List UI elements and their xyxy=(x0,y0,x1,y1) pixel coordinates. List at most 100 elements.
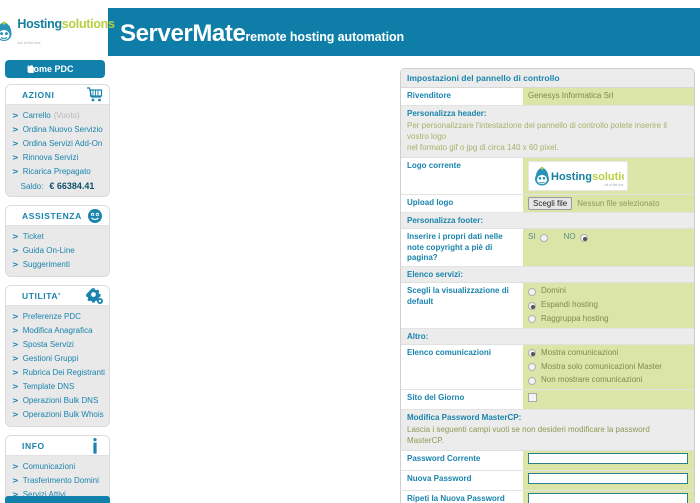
sidebar-item-operazioni-bulk-whois[interactable]: > Operazioni Bulk Whois xyxy=(6,407,109,421)
chevron-right-icon: > xyxy=(12,475,19,485)
sidebar-item-label: Preferenze PDC xyxy=(22,311,81,321)
comms-radio-solo-master[interactable] xyxy=(528,362,536,371)
reseller-row: Rivenditore Genesys Informatica Srl xyxy=(401,88,694,106)
repeat-password-input[interactable] xyxy=(528,492,688,503)
sidebar-item-label: Guida On-Line xyxy=(22,245,75,255)
sidebar-item-modifica-anagrafica[interactable]: > Modifica Anagrafica xyxy=(6,323,109,337)
cart-icon xyxy=(86,86,104,109)
chevron-right-icon: > xyxy=(12,339,19,349)
sidebar-item-rubrica-registranti[interactable]: > Rubrica Dei Registranti xyxy=(6,365,109,379)
chevron-right-icon: > xyxy=(12,311,19,321)
sidebar-item-label: Comunicazioni xyxy=(22,461,76,471)
password-section-note: Modifica Password MasterCP: Lascia i seg… xyxy=(401,409,694,452)
sidebar-item-badge: (Vuoto) xyxy=(53,110,80,120)
sidebar-item-guida-online[interactable]: > Guida On-Line xyxy=(6,243,109,257)
upload-logo-row: Upload logo Scegli file Nessun file sele… xyxy=(401,195,694,214)
sidebar-item-operazioni-bulk-dns[interactable]: > Operazioni Bulk DNS xyxy=(6,393,109,407)
sidebar-item-trasferimento-domini[interactable]: > Trasferimento Domini xyxy=(6,473,109,487)
sidebar-item-label: Gestioni Gruppi xyxy=(22,353,79,363)
sidebar-item-carrello[interactable]: > Carrello (Vuoto) xyxy=(6,108,109,122)
info-icon xyxy=(86,437,104,460)
customize-header-line2: nel formato gif o jpg di circa 140 x 60 … xyxy=(407,142,559,152)
comms-option-mostra[interactable]: Mostra comunicazioni xyxy=(528,348,690,359)
new-password-input[interactable] xyxy=(528,472,688,484)
default-view-row: Scegli la visualizzazione di default Dom… xyxy=(401,283,694,329)
default-view-label: Scegli la visualizzazione di default xyxy=(401,283,523,328)
chevron-right-icon: > xyxy=(12,367,19,377)
sidebar-item-label: Operazioni Bulk Whois xyxy=(22,409,104,419)
site-of-day-cell xyxy=(523,390,694,409)
default-view-option-raggruppa-hosting[interactable]: Raggruppa hosting xyxy=(528,314,690,325)
new-password-cell xyxy=(523,470,694,490)
default-view-radio-raggruppa-hosting[interactable] xyxy=(528,315,536,324)
current-logo-cell: Hosting solutions out of the box xyxy=(523,158,694,195)
new-password-row: Nuova Password xyxy=(401,470,694,491)
sidebar-item-sposta-servizi[interactable]: > Sposta Servizi xyxy=(6,337,109,351)
copyright-si-radio[interactable] xyxy=(539,233,548,242)
sidebar-item-ricarica-prepagato[interactable]: > Ricarica Prepagato xyxy=(6,164,109,178)
comms-option-label: Non mostrare comunicazioni xyxy=(541,375,643,385)
sidebar-item-comunicazioni[interactable]: > Comunicazioni xyxy=(6,459,109,473)
password-section-title: Modifica Password MasterCP: xyxy=(407,412,522,422)
sidebar-item-rinnova-servizi[interactable]: > Rinnova Servizi xyxy=(6,150,109,164)
sidebar-item-gestioni-gruppi[interactable]: > Gestioni Gruppi xyxy=(6,351,109,365)
sidebar: AZIONI > Carrello (Vuoto) > Ordina Nuovo… xyxy=(5,84,110,503)
sidebar-section-utilita: UTILITA' > Preferenze PDC > Modifica Ana… xyxy=(5,285,110,427)
chevron-right-icon: > xyxy=(12,231,19,241)
reseller-value: Genesys Informatica Srl xyxy=(523,88,694,105)
comms-radio-non-mostrare[interactable] xyxy=(528,376,536,385)
balance-value: € 66384.41 xyxy=(49,181,95,191)
copyright-option-si[interactable]: SI xyxy=(528,232,548,243)
communications-options: Mostra comunicazioni Mostra solo comunic… xyxy=(523,344,694,390)
sidebar-section-header: INFO xyxy=(6,436,109,456)
copyright-option-no[interactable]: NO xyxy=(564,232,588,243)
choose-file-button[interactable]: Scegli file xyxy=(528,197,573,211)
other-section-header: Altro: xyxy=(401,328,694,345)
sidebar-item-label: Suggerimenti xyxy=(22,259,70,269)
customize-header-note: Personalizza header: Per personalizzare … xyxy=(401,105,694,159)
sidebar-item-label: Ticket xyxy=(22,231,44,241)
sidebar-item-suggerimenti[interactable]: > Suggerimenti xyxy=(6,257,109,271)
site-of-day-row: Sito del Giorno xyxy=(401,390,694,410)
sidebar-item-ordina-servizi-addon[interactable]: > Ordina Servizi Add-On xyxy=(6,136,109,150)
default-view-radio-domini[interactable] xyxy=(528,287,536,296)
sidebar-item-label: Rubrica Dei Registranti xyxy=(22,367,105,377)
communications-row: Elenco comunicazioni Mostra comunicazion… xyxy=(401,344,694,391)
home-pdc-button[interactable]: Home PDC xyxy=(5,60,105,78)
current-password-input[interactable] xyxy=(528,453,688,465)
sidebar-section-header: AZIONI xyxy=(6,85,109,105)
copyright-label: Inserire i propri dati nelle note copyri… xyxy=(401,229,523,267)
comms-option-non-mostrare[interactable]: Non mostrare comunicazioni xyxy=(528,375,690,386)
password-section-description: Lascia i seguenti campi vuoti se non des… xyxy=(407,424,650,445)
default-view-radio-espandi-hosting[interactable] xyxy=(528,301,536,310)
brand-logo: Hostingsolutions out of the box xyxy=(0,8,115,56)
comms-radio-mostra[interactable] xyxy=(528,349,536,358)
copyright-options: SI NO xyxy=(523,229,694,267)
sidebar-item-preferenze-pdc[interactable]: > Preferenze PDC xyxy=(6,309,109,323)
current-logo-row: Logo corrente Hosting soluti out of the … xyxy=(401,158,694,196)
chevron-right-icon: > xyxy=(12,461,19,471)
logo-tagline: out of the box xyxy=(17,41,41,45)
default-view-option-label: Espandi hosting xyxy=(541,300,598,310)
repeat-password-label: Ripeti la Nuova Password xyxy=(401,490,523,503)
comms-option-solo-master[interactable]: Mostra solo comunicazioni Master xyxy=(528,362,690,373)
app-name: ServerMate xyxy=(120,20,246,47)
communications-label: Elenco comunicazioni xyxy=(401,344,523,390)
sidebar-item-ordina-nuovo-servizio[interactable]: > Ordina Nuovo Servizio xyxy=(6,122,109,136)
control-panel-settings-form: Impostazioni del pannello di controllo R… xyxy=(400,68,695,503)
default-view-option-label: Domini xyxy=(541,286,566,296)
sidebar-section-title: UTILITA' xyxy=(22,290,61,301)
sidebar-section-info: INFO > Comunicazioni > Trasferimento Dom… xyxy=(5,435,110,503)
sidebar-section-title: ASSISTENZA xyxy=(22,210,82,221)
chevron-right-icon: > xyxy=(12,409,19,419)
sidebar-section-body: > Preferenze PDC > Modifica Anagrafica >… xyxy=(6,306,109,426)
balance-label: Saldo: xyxy=(20,181,44,191)
default-view-option-espandi-hosting[interactable]: Espandi hosting xyxy=(528,300,690,311)
comms-option-label: Mostra solo comunicazioni Master xyxy=(541,361,662,371)
default-view-option-domini[interactable]: Domini xyxy=(528,286,690,297)
copyright-no-radio[interactable] xyxy=(579,233,588,242)
sidebar-item-ticket[interactable]: > Ticket xyxy=(6,229,109,243)
site-of-day-checkbox[interactable] xyxy=(528,393,537,403)
sidebar-item-template-dns[interactable]: > Template DNS xyxy=(6,379,109,393)
sidebar-item-label: Trasferimento Domini xyxy=(22,475,99,485)
